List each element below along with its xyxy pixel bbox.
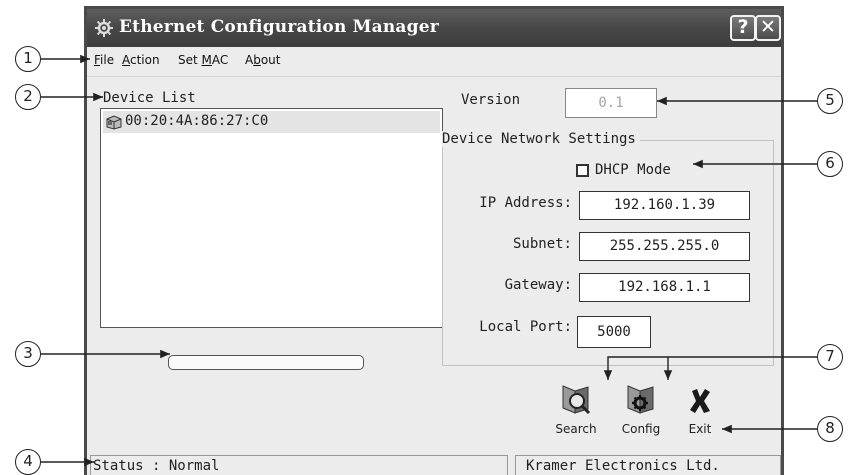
menu-about[interactable]: About <box>245 53 281 67</box>
company-text: Kramer Electronics Ltd. <box>515 455 781 475</box>
subnet-input[interactable]: 255.255.255.0 <box>579 232 750 261</box>
callout-6: 6 <box>817 151 843 177</box>
search-icon <box>562 385 591 415</box>
window-title: Ethernet Configuration Manager <box>119 17 439 37</box>
version-label: Version <box>461 92 521 108</box>
callout-4: 4 <box>15 449 41 475</box>
exit-button-label: Exit <box>688 422 712 436</box>
config-button[interactable]: Config <box>613 383 669 436</box>
search-button-label: Search <box>555 422 597 436</box>
ip-address-input[interactable]: 192.160.1.39 <box>579 191 750 220</box>
menu-file-accel: F <box>94 53 101 67</box>
config-icon <box>627 385 654 414</box>
app-window: Ethernet Configuration Manager ? ✕ File … <box>84 6 784 475</box>
config-button-label: Config <box>621 422 661 436</box>
network-settings-title: Device Network Settings <box>442 131 640 147</box>
callout-2: 2 <box>15 84 41 110</box>
version-field: 0.1 <box>565 88 657 118</box>
menu-about-accel: b <box>253 53 261 67</box>
help-button[interactable]: ? <box>730 15 756 41</box>
callout-8: 8 <box>817 416 843 442</box>
callout-3: 3 <box>15 341 41 367</box>
menu-bar: File Action Set MAC About <box>87 47 781 77</box>
menu-file[interactable]: File <box>94 53 114 67</box>
menu-action-accel: A <box>122 53 130 67</box>
progress-bar <box>168 355 364 370</box>
exit-icon <box>690 389 710 413</box>
gear-network-icon <box>95 19 113 37</box>
local-port-label: Local Port: <box>479 319 572 335</box>
title-bar[interactable]: Ethernet Configuration Manager ? ✕ <box>87 9 781 47</box>
callout-7: 7 <box>817 344 843 370</box>
gateway-input[interactable]: 192.168.1.1 <box>579 273 750 302</box>
menu-action[interactable]: Action <box>122 53 160 67</box>
callout-5: 5 <box>817 88 843 114</box>
local-port-input[interactable]: 5000 <box>577 316 651 348</box>
close-button[interactable]: ✕ <box>755 15 781 41</box>
device-mac-address: 00:20:4A:86:27:C0 <box>125 113 269 129</box>
search-button[interactable]: Search <box>548 383 604 436</box>
status-text: Status : Normal <box>90 455 508 475</box>
status-bar: Status : Normal Kramer Electronics Ltd. <box>87 453 781 475</box>
menu-set-mac[interactable]: Set MAC <box>178 53 228 67</box>
device-list-header: Device List <box>103 90 196 106</box>
menu-set-mac-accel: M <box>201 53 212 67</box>
device-list-item[interactable]: 00:20:4A:86:27:C0 <box>103 111 440 133</box>
exit-button[interactable]: Exit <box>676 383 724 436</box>
device-list[interactable]: 00:20:4A:86:27:C0 <box>100 108 443 328</box>
gateway-label: Gateway: <box>504 277 572 293</box>
ip-address-label: IP Address: <box>479 195 572 211</box>
subnet-label: Subnet: <box>512 236 572 252</box>
callout-1: 1 <box>15 46 41 72</box>
device-icon <box>106 115 122 130</box>
dhcp-checkbox[interactable] <box>576 164 589 177</box>
dhcp-label: DHCP Mode <box>595 162 671 178</box>
